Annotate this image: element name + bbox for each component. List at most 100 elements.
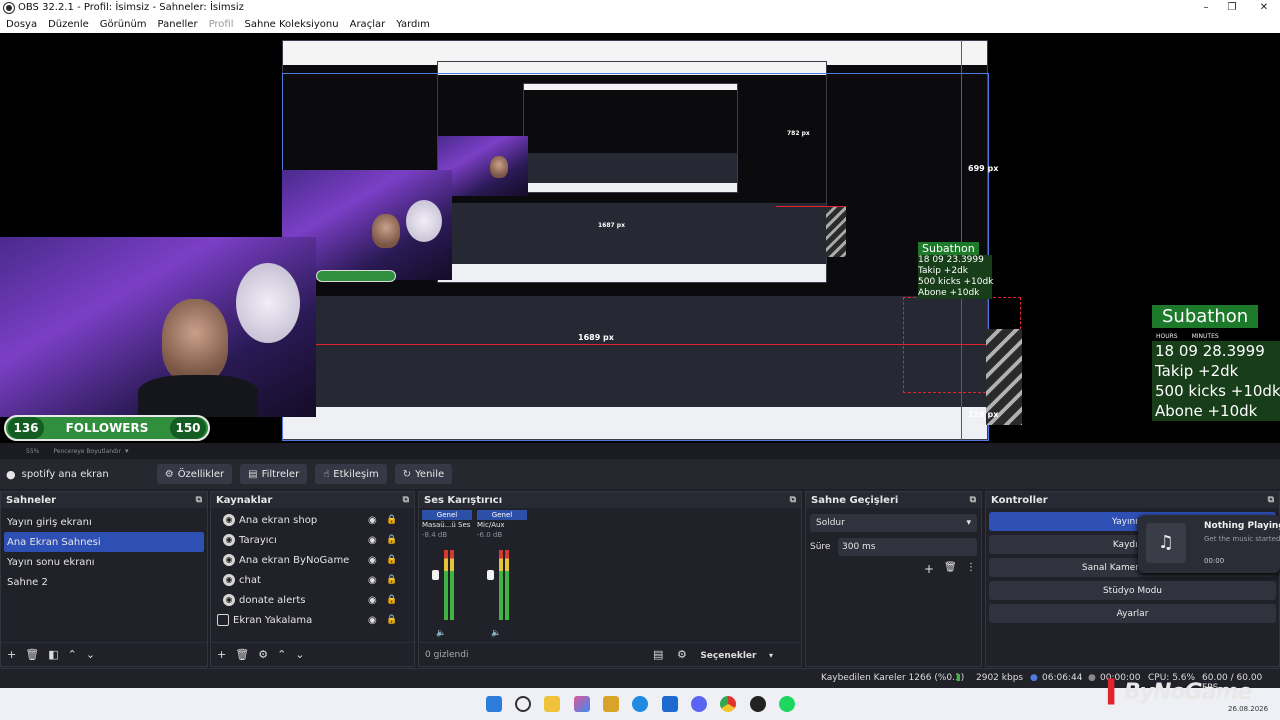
menu-duzenle[interactable]: Düzenle — [48, 19, 89, 30]
source-item[interactable]: ◉ Ana ekran shop ◉ 🔒 — [211, 510, 414, 530]
lock-icon[interactable]: 🔒 — [386, 515, 397, 525]
channel-tag: Genel — [422, 510, 472, 520]
refresh-button[interactable]: ↻ Yenile — [394, 464, 453, 484]
obs-icon[interactable] — [750, 696, 766, 712]
source-item[interactable]: ◉ donate alerts ◉ 🔒 — [211, 590, 414, 610]
transition-select[interactable]: Soldur ▾ — [810, 514, 977, 532]
edge-icon[interactable] — [632, 696, 648, 712]
source-item[interactable]: ◉ chat ◉ 🔒 — [211, 570, 414, 590]
speaker-icon[interactable]: 🔈 — [491, 628, 501, 637]
spotify-icon[interactable] — [779, 696, 795, 712]
source-item[interactable]: Ekran Yakalama ◉ 🔒 — [211, 610, 414, 630]
scene-item-selected[interactable]: Ana Ekran Sahnesi — [4, 532, 204, 552]
undock-icon[interactable]: ⧉ — [403, 495, 409, 505]
title-bar: OBS 32.2.1 - Profil: İsimsiz - Sahneler:… — [0, 0, 1280, 15]
filters-button[interactable]: ▤ Filtreler — [240, 464, 308, 484]
display-capture-icon — [217, 614, 229, 626]
eye-icon[interactable]: ◉ — [368, 555, 377, 566]
gear-icon[interactable]: ⚙ — [258, 648, 268, 661]
search-icon[interactable] — [515, 696, 531, 712]
lock-icon[interactable]: 🔒 — [386, 575, 397, 585]
followers-count: 136 — [8, 417, 44, 439]
windows-start-icon[interactable] — [486, 696, 502, 712]
menu-paneller[interactable]: Paneller — [158, 19, 198, 30]
refresh-label: Yenile — [415, 468, 445, 480]
scene-preview[interactable]: 699 px 1689 px 126 px 1687 px 782 px Sub… — [0, 33, 1280, 443]
chevron-up-icon[interactable]: ⌃ — [68, 648, 77, 661]
eye-icon[interactable]: ◉ — [368, 515, 377, 526]
eye-icon[interactable]: ◉ — [368, 535, 377, 546]
undock-icon[interactable]: ⧉ — [196, 495, 202, 505]
file-explorer-icon[interactable] — [544, 696, 560, 712]
menu-bar: Dosya Düzenle Görünüm Paneller Profil Sa… — [0, 15, 1280, 33]
interact-button[interactable]: ☝ Etkileşim — [315, 464, 387, 484]
add-icon[interactable]: + — [7, 648, 16, 661]
more-icon[interactable]: ⋮ — [966, 562, 976, 573]
source-item[interactable]: ◉ Ana ekran ByNoGame ◉ 🔒 — [211, 550, 414, 570]
menu-profil[interactable]: Profil — [209, 19, 234, 30]
chevron-down-icon[interactable]: ▾ — [769, 651, 773, 660]
scene-item[interactable]: Yayın giriş ekranı — [1, 512, 207, 532]
lock-icon[interactable]: 🔒 — [386, 615, 397, 625]
filter-icon[interactable]: ◧ — [48, 648, 58, 661]
chevron-down-icon[interactable]: ⌄ — [295, 648, 304, 661]
chevron-down-icon[interactable]: ▾ — [125, 447, 129, 455]
menu-yardim[interactable]: Yardım — [396, 19, 430, 30]
eye-icon[interactable]: ◉ — [368, 615, 377, 626]
volume-fader[interactable] — [487, 570, 494, 580]
minimize-icon[interactable]: – — [1194, 0, 1218, 15]
logo-text: ByNoGame — [1123, 680, 1252, 705]
lock-icon[interactable]: 🔒 — [386, 595, 397, 605]
volume-fader[interactable] — [432, 570, 439, 580]
lock-icon[interactable]: 🔒 — [386, 535, 397, 545]
add-icon[interactable]: + — [217, 648, 226, 661]
properties-button[interactable]: ⚙ Özellikler — [156, 464, 233, 484]
source-item[interactable]: ◉ Tarayıcı ◉ 🔒 — [211, 530, 414, 550]
discord-icon[interactable] — [691, 696, 707, 712]
menu-sahne-koleksiyonu[interactable]: Sahne Koleksiyonu — [245, 19, 339, 30]
source-label: chat — [239, 574, 261, 586]
measure-1687: 1687 px — [598, 222, 625, 229]
chrome-icon[interactable] — [720, 696, 736, 712]
duration-input[interactable]: 300 ms — [838, 538, 977, 556]
studio-mode-button[interactable]: Stüdyo Modu — [989, 581, 1276, 600]
undock-icon[interactable]: ⧉ — [970, 495, 976, 505]
trash-icon[interactable]: 🗑 — [25, 648, 39, 661]
scene-item[interactable]: Sahne 2 — [1, 572, 207, 592]
menu-dosya[interactable]: Dosya — [6, 19, 37, 30]
speaker-icon[interactable]: 🔈 — [436, 628, 446, 637]
music-note-icon: ♫ — [1146, 523, 1186, 563]
copilot-icon[interactable] — [574, 696, 590, 712]
folder-icon[interactable] — [603, 696, 619, 712]
resize-to-window[interactable]: Pencereye Boyutlandır — [53, 448, 121, 455]
chevron-down-icon[interactable]: ⌄ — [86, 648, 95, 661]
scenes-title: Sahneler — [6, 494, 57, 506]
maximize-icon[interactable]: ❐ — [1220, 0, 1244, 15]
now-playing-widget[interactable]: ♫ Nothing Playing Get the music started … — [1138, 515, 1280, 573]
scene-item[interactable]: Yayın sonu ekranı — [1, 552, 207, 572]
eye-icon[interactable]: ◉ — [368, 575, 377, 586]
menu-araclar[interactable]: Araçlar — [350, 19, 386, 30]
undock-icon[interactable]: ⧉ — [1268, 495, 1274, 505]
obs-app-icon — [4, 2, 14, 13]
controls-title: Kontroller — [991, 494, 1048, 506]
chevron-up-icon[interactable]: ⌃ — [277, 648, 286, 661]
add-icon[interactable]: + — [924, 562, 934, 576]
source-label: Ana ekran ByNoGame — [239, 554, 350, 566]
zoom-level[interactable]: 55% — [26, 448, 39, 455]
settings-button[interactable]: Ayarlar — [989, 604, 1276, 623]
trash-icon[interactable]: 🗑 — [944, 562, 957, 573]
stream-icon: ● — [1030, 673, 1038, 683]
source-label: Ana ekran shop — [239, 514, 318, 526]
eye-icon[interactable]: ◉ — [368, 595, 377, 606]
advanced-audio-icon[interactable]: ⚙ — [677, 648, 687, 661]
volume-meter — [444, 550, 448, 620]
close-icon[interactable]: ✕ — [1252, 0, 1276, 15]
lock-icon[interactable]: 🔒 — [386, 555, 397, 565]
trash-icon[interactable]: 🗑 — [235, 648, 249, 661]
layout-icon[interactable]: ▤ — [653, 648, 663, 661]
undock-icon[interactable]: ⧉ — [790, 495, 796, 505]
outlook-icon[interactable] — [662, 696, 678, 712]
mixer-options-button[interactable]: Seçenekler — [700, 651, 756, 661]
menu-gorunum[interactable]: Görünüm — [100, 19, 147, 30]
